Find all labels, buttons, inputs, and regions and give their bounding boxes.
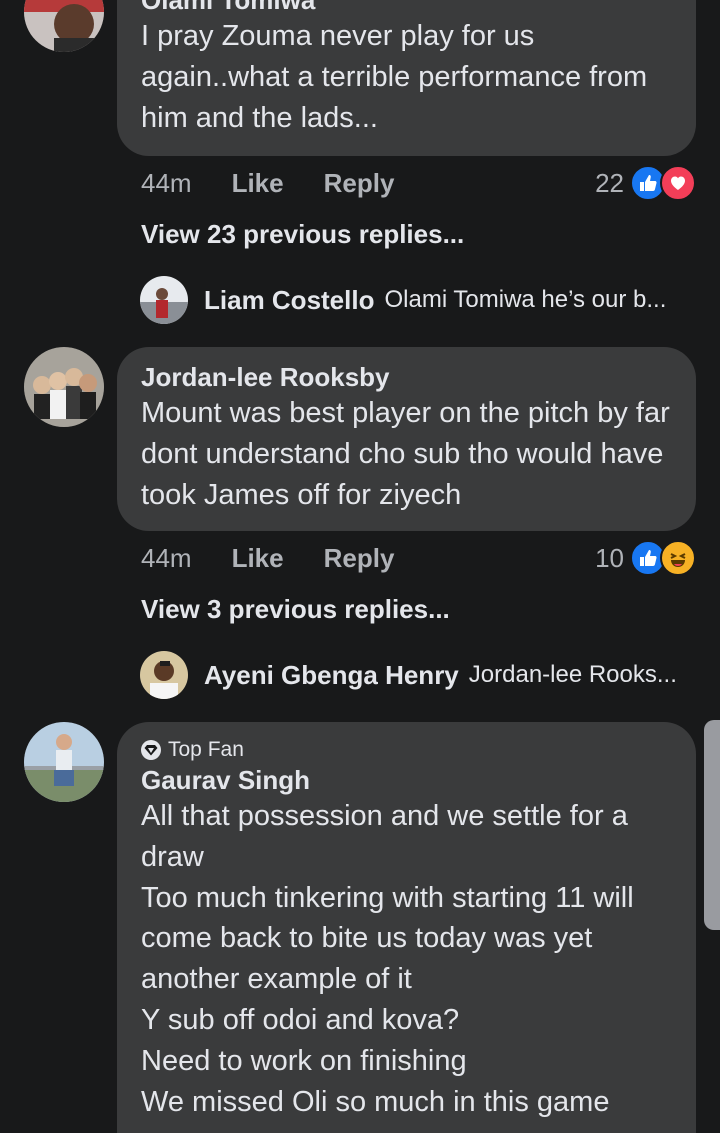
comment-time[interactable]: 44m <box>141 168 192 199</box>
reply-button[interactable]: Reply <box>324 543 395 574</box>
comment-actions: 44m Like Reply <box>141 163 434 203</box>
reply-preview: Jordan-lee Rooks... <box>468 661 677 688</box>
latest-reply[interactable]: Liam Costello Olami Tomiwa he’s our b... <box>204 275 666 325</box>
avatar-photo-icon <box>140 651 188 699</box>
diamond-icon <box>141 740 161 760</box>
like-button[interactable]: Like <box>232 543 284 574</box>
reply-button[interactable]: Reply <box>324 168 395 199</box>
reaction-count: 22 <box>595 167 624 198</box>
badge-label: Top Fan <box>168 738 244 761</box>
comment-bubble: Jordan-lee Rooksby Mount was best player… <box>117 347 696 531</box>
comment-text: I pray Zouma never play for us again..wh… <box>141 20 648 134</box>
avatar-photo-icon <box>24 347 104 427</box>
comment-actions: 44m Like Reply <box>141 538 434 578</box>
reaction-count: 10 <box>595 542 624 573</box>
reply-author[interactable]: Liam Costello <box>204 285 374 316</box>
comment-author[interactable]: Jordan-lee Rooksby <box>141 361 672 393</box>
haha-icon <box>660 540 696 576</box>
comment-text: Mount was best player on the pitch by fa… <box>141 397 670 511</box>
reply-avatar[interactable] <box>140 651 188 699</box>
avatar-photo-icon <box>24 722 104 802</box>
avatar-photo-icon <box>140 276 188 324</box>
comment-bubble: Olami Tomiwa I pray Zouma never play for… <box>117 0 696 156</box>
comment-author[interactable]: Gaurav Singh <box>141 764 672 796</box>
view-previous-replies[interactable]: View 3 previous replies... <box>141 592 450 626</box>
comment-time[interactable]: 44m <box>141 543 192 574</box>
comment-text: All that possession and we settle for a … <box>141 800 634 1118</box>
avatar[interactable] <box>24 722 104 802</box>
latest-reply[interactable]: Ayeni Gbenga Henry Jordan-lee Rooks... <box>204 650 677 700</box>
comment-bubble: Top Fan Gaurav Singh All that possession… <box>117 722 696 1133</box>
reaction-summary[interactable]: 22 <box>595 163 696 203</box>
view-previous-replies[interactable]: View 23 previous replies... <box>141 217 464 251</box>
avatar[interactable] <box>24 347 104 427</box>
reply-preview: Olami Tomiwa he’s our b... <box>384 286 667 313</box>
reply-author[interactable]: Ayeni Gbenga Henry <box>204 660 459 691</box>
scrollbar-thumb[interactable] <box>704 720 720 930</box>
comment-thread: Olami Tomiwa I pray Zouma never play for… <box>0 0 720 1133</box>
comment-author[interactable]: Olami Tomiwa <box>141 0 672 16</box>
reaction-summary[interactable]: 10 <box>595 538 696 578</box>
like-button[interactable]: Like <box>232 168 284 199</box>
avatar[interactable] <box>24 0 104 52</box>
top-fan-badge: Top Fan <box>141 736 672 764</box>
love-icon <box>660 165 696 201</box>
avatar-photo-icon <box>24 0 104 52</box>
reply-avatar[interactable] <box>140 276 188 324</box>
